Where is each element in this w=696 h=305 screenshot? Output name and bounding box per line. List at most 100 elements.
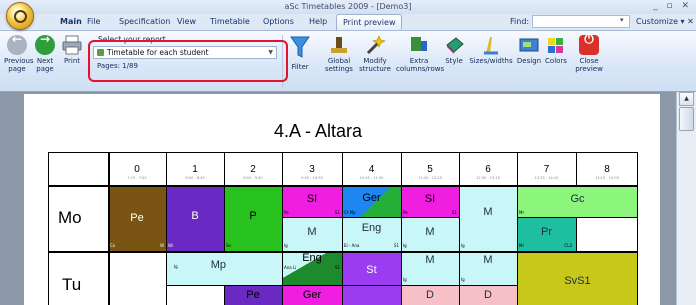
grid-line xyxy=(48,152,638,153)
lesson-subject: P xyxy=(249,210,257,222)
period-time: 13:25 - 14:10 xyxy=(534,176,559,180)
lesson-svs1[interactable]: SvS1 xyxy=(517,251,638,305)
lesson-subject: Pe xyxy=(130,212,144,224)
lesson-teacher: W xyxy=(160,243,164,248)
lesson-teacher: Ig xyxy=(174,264,178,269)
lesson-room: S1 xyxy=(334,265,340,270)
period-header: 6 xyxy=(485,164,491,175)
lesson-room: CL2 xyxy=(564,243,572,248)
grid-line xyxy=(459,152,460,305)
period-time: 8:55 - 9:40 xyxy=(243,176,263,180)
grid-line xyxy=(282,152,283,305)
lesson-subject: M xyxy=(483,206,493,218)
lesson-teacher: Mr xyxy=(519,210,525,215)
day-label: Mo xyxy=(58,208,82,227)
lesson-b[interactable]: B Wi xyxy=(166,185,224,251)
scroll-thumb[interactable] xyxy=(679,107,694,131)
lesson-teacher: Ct Mp xyxy=(344,210,356,215)
lesson-subject: Eng xyxy=(361,222,382,234)
lesson-pe[interactable]: Pe Cx W xyxy=(108,185,166,251)
app-window: aSc Timetables 2009 - [Demo3] _ ▫ ✕ Main… xyxy=(0,0,696,305)
application-menu-button[interactable] xyxy=(6,2,34,30)
lesson-teacher: Ana Li xyxy=(284,265,297,270)
period-header: 1 xyxy=(192,164,198,175)
lesson-subject: SI xyxy=(424,193,436,205)
lesson-subject: St xyxy=(366,264,377,276)
lesson-mp[interactable]: Mp Ig xyxy=(166,251,282,285)
lesson-m[interactable]: M Ig xyxy=(401,251,459,285)
lesson-gc[interactable]: Gc Mr xyxy=(517,185,638,217)
lesson-m[interactable]: M Ig xyxy=(282,217,342,251)
lesson-p[interactable]: P Se xyxy=(224,185,282,251)
lesson-st[interactable]: St xyxy=(342,251,401,305)
period-time: 12:30 - 13:15 xyxy=(476,176,500,180)
grid-line xyxy=(576,217,577,251)
period-header: 8 xyxy=(604,164,610,175)
timetable: 4.A - Altara 0 1 2 3 4 5 6 7 8 7:15 - 7:… xyxy=(0,0,676,305)
grid-line xyxy=(282,217,459,218)
lesson-eng[interactable]: Eng El - Ana S1 xyxy=(342,217,401,251)
grid-line xyxy=(401,152,402,305)
period-time: 10:45 - 11:30 xyxy=(359,176,384,180)
lesson-subject: Gc xyxy=(570,193,585,205)
grid-line xyxy=(108,152,110,305)
lesson-teacher: Pe xyxy=(284,210,289,215)
lesson-teacher: Ig xyxy=(403,277,407,282)
period-time: 11:40 - 12:25 xyxy=(418,176,442,180)
grid-line xyxy=(48,251,638,253)
app-logo-icon xyxy=(13,9,27,23)
period-header: 7 xyxy=(543,164,550,175)
period-time: 8:00 - 8:45 xyxy=(185,176,205,180)
lesson-subject: SI xyxy=(306,193,318,205)
period-header: 5 xyxy=(427,164,433,175)
period-header: 4 xyxy=(368,164,375,175)
lesson-si[interactable]: SI Pe S1 xyxy=(282,185,342,217)
lesson-teacher: Ig xyxy=(403,243,407,248)
lesson-d[interactable]: D xyxy=(459,285,517,305)
lesson-m[interactable]: M Ig xyxy=(459,251,517,285)
period-header: 3 xyxy=(309,164,315,175)
grid-line xyxy=(637,152,638,305)
grid-line xyxy=(517,217,638,218)
lesson-pr[interactable]: Pr Mr CL2 xyxy=(517,217,576,251)
lesson-ger[interactable]: Ger xyxy=(282,285,342,305)
lesson-subject: B xyxy=(191,210,199,222)
lesson-teacher: Ig xyxy=(461,243,465,248)
lesson-subject: Pe xyxy=(246,289,260,301)
lesson-subject: Pr xyxy=(541,226,552,238)
lesson-room: S1 xyxy=(451,210,457,215)
period-header: 0 xyxy=(134,164,140,175)
day-label: Tu xyxy=(62,275,82,294)
lesson-subject: SvS1 xyxy=(564,275,591,287)
lesson-m[interactable]: M Ig xyxy=(459,185,517,251)
lesson-room: S1 xyxy=(393,243,399,248)
timetable-title: 4.A - Altara xyxy=(273,121,363,141)
lesson-room: Cx xyxy=(110,243,116,248)
vertical-scrollbar[interactable]: ▲ xyxy=(676,92,696,305)
period-header: 2 xyxy=(250,164,256,175)
grid-line xyxy=(48,185,638,187)
lesson-m[interactable]: M Ig xyxy=(401,217,459,251)
lesson-teacher: El - Ana xyxy=(344,243,360,248)
lesson-si[interactable]: SI Pe S1 xyxy=(401,185,459,217)
lesson-subject: M xyxy=(425,254,435,266)
lesson-room: S1 xyxy=(334,210,340,215)
lesson-teacher: Ig xyxy=(461,277,465,282)
lesson-teacher: Ig xyxy=(284,243,288,248)
grid-line xyxy=(224,152,225,252)
lesson-subject: M xyxy=(307,226,317,238)
lesson-subject: Ger xyxy=(302,289,322,301)
period-time: 14:15 - 15:00 xyxy=(595,176,619,180)
lesson-d[interactable]: D xyxy=(401,285,459,305)
period-time: 9:50 - 10:35 xyxy=(301,176,323,180)
lesson-teacher: Mr xyxy=(519,243,525,248)
lesson-subject: D xyxy=(426,289,434,301)
scroll-up-arrow-icon[interactable]: ▲ xyxy=(679,92,694,106)
lesson-eng[interactable]: Eng Ana Li S1 xyxy=(282,251,342,285)
lesson-subject: Ger xyxy=(362,192,381,204)
lesson-subject: Mp xyxy=(210,259,226,271)
lesson-pe[interactable]: Pe xyxy=(224,285,282,305)
grid-line xyxy=(48,152,49,305)
lesson-ger[interactable]: Ger Ct Mp xyxy=(342,185,401,217)
grid-line xyxy=(342,152,343,305)
